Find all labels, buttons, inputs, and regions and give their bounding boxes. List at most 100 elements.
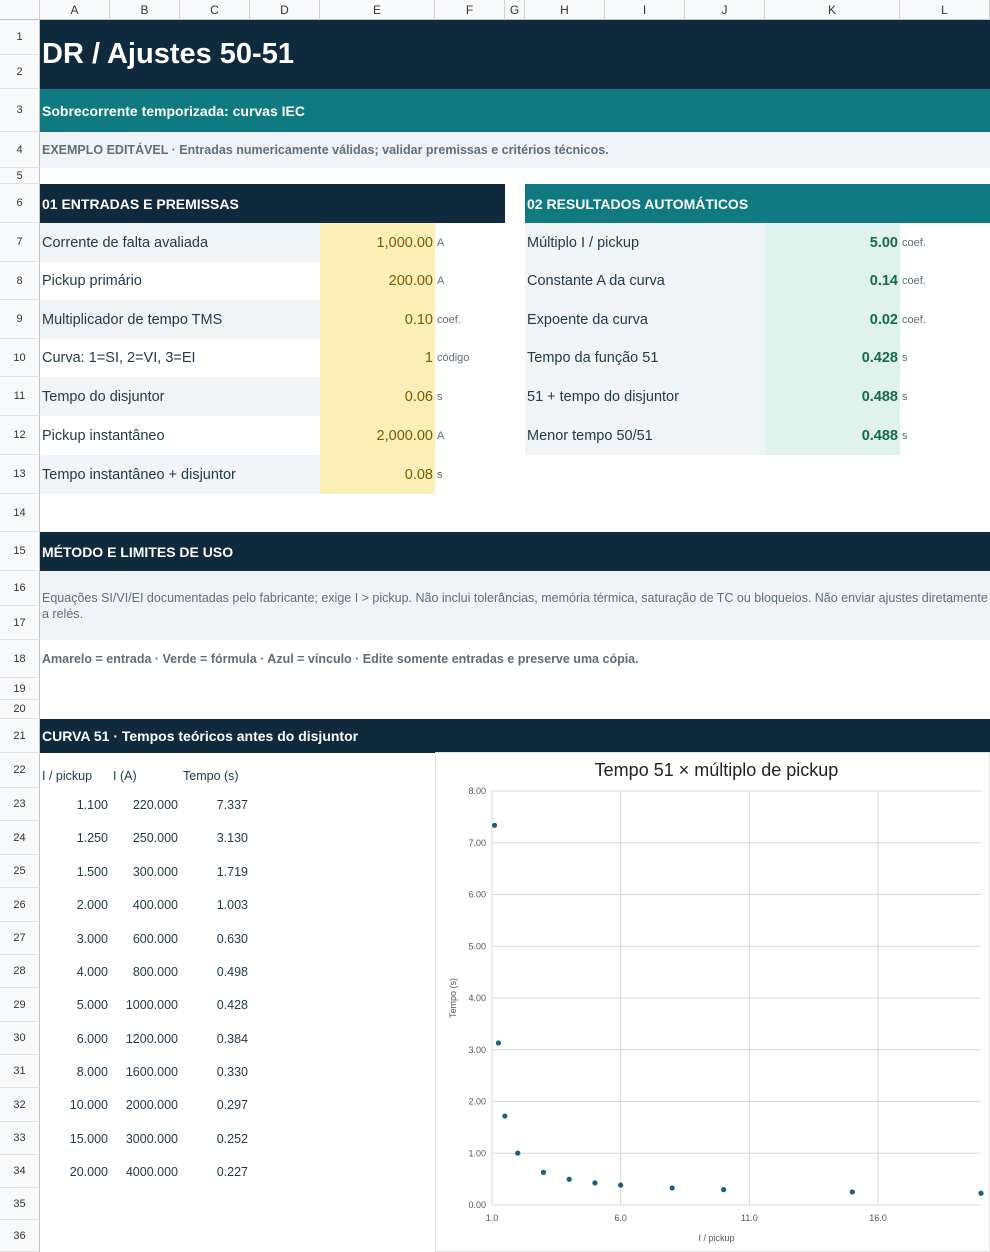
column-header-b[interactable]: B	[110, 0, 180, 20]
result-value-cell[interactable]: 0.02	[765, 300, 900, 339]
curve-cell-time[interactable]: 0.227	[180, 1155, 248, 1188]
column-header-h[interactable]: H	[525, 0, 605, 20]
row-header[interactable]: 35	[0, 1188, 40, 1220]
curve-cell-current[interactable]: 4000.000	[110, 1155, 178, 1188]
result-value-cell[interactable]: 0.14	[765, 262, 900, 300]
row-header[interactable]: 24	[0, 821, 40, 855]
curve-cell-multiple[interactable]: 3.000	[40, 922, 108, 955]
curve-cell-multiple[interactable]: 2.000	[40, 888, 108, 922]
curve-cell-multiple[interactable]: 1.250	[40, 821, 108, 855]
curve-cell-multiple[interactable]: 8.000	[40, 1055, 108, 1088]
curve-cell-time[interactable]: 0.297	[180, 1088, 248, 1122]
curve-cell-multiple[interactable]: 15.000	[40, 1122, 108, 1155]
curve-cell-multiple[interactable]: 10.000	[40, 1088, 108, 1122]
row-header[interactable]: 2	[0, 55, 40, 89]
input-value-cell[interactable]: 1,000.00	[320, 223, 435, 262]
result-value-cell[interactable]: 0.428	[765, 339, 900, 377]
curve-cell-time[interactable]: 0.384	[180, 1022, 248, 1055]
column-header-k[interactable]: K	[765, 0, 900, 20]
curve-cell-time[interactable]: 0.630	[180, 922, 248, 955]
input-value-cell[interactable]: 1	[320, 339, 435, 377]
row-header[interactable]: 33	[0, 1122, 40, 1155]
row-header[interactable]: 6	[0, 184, 40, 223]
row-header[interactable]: 28	[0, 955, 40, 988]
input-value-cell[interactable]: 200.00	[320, 262, 435, 300]
result-value-cell[interactable]: 5.00	[765, 223, 900, 262]
method-text-cell[interactable]: Equações SI/VI/EI documentadas pelo fabr…	[40, 571, 990, 640]
column-header-c[interactable]: C	[180, 0, 250, 20]
row-header[interactable]: 13	[0, 455, 40, 494]
input-value-cell[interactable]: 0.08	[320, 455, 435, 494]
row-header[interactable]: 23	[0, 788, 40, 821]
row-header[interactable]: 12	[0, 416, 40, 455]
row-header[interactable]: 31	[0, 1055, 40, 1088]
row-header[interactable]: 26	[0, 888, 40, 922]
curve-cell-time[interactable]: 7.337	[180, 788, 248, 821]
row-header[interactable]: 16	[0, 571, 40, 606]
curve-cell-multiple[interactable]: 20.000	[40, 1155, 108, 1188]
row-header[interactable]: 36	[0, 1220, 40, 1252]
column-header-a[interactable]: A	[40, 0, 110, 20]
curve-cell-multiple[interactable]: 4.000	[40, 955, 108, 988]
curve-cell-current[interactable]: 250.000	[110, 821, 178, 855]
row-header[interactable]: 19	[0, 678, 40, 700]
curve-cell-current[interactable]: 800.000	[110, 955, 178, 988]
row-header[interactable]: 25	[0, 855, 40, 888]
row-header[interactable]: 7	[0, 223, 40, 262]
curve-cell-current[interactable]: 1000.000	[110, 988, 178, 1022]
row-header[interactable]: 27	[0, 922, 40, 955]
column-header-f[interactable]: F	[435, 0, 505, 20]
row-header[interactable]: 22	[0, 753, 40, 788]
curve-cell-current[interactable]: 400.000	[110, 888, 178, 922]
curve-cell-time[interactable]: 0.252	[180, 1122, 248, 1155]
curve-cell-current[interactable]: 220.000	[110, 788, 178, 821]
row-header[interactable]: 29	[0, 988, 40, 1022]
row-header[interactable]: 34	[0, 1155, 40, 1188]
row-header[interactable]: 11	[0, 377, 40, 416]
curve-cell-time[interactable]: 1.719	[180, 855, 248, 888]
row-header[interactable]: 30	[0, 1022, 40, 1055]
curve-chart[interactable]: Tempo 51 × múltiplo de pickup 0.00 1.00 2.0…	[435, 752, 990, 1252]
result-value-cell[interactable]: 0.488	[765, 416, 900, 455]
row-header[interactable]: 15	[0, 532, 40, 571]
curve-cell-multiple[interactable]: 1.500	[40, 855, 108, 888]
row-header[interactable]: 3	[0, 89, 40, 132]
column-header-e[interactable]: E	[320, 0, 435, 20]
curve-cell-time[interactable]: 1.003	[180, 888, 248, 922]
curve-cell-current[interactable]: 3000.000	[110, 1122, 178, 1155]
curve-cell-current[interactable]: 1600.000	[110, 1055, 178, 1088]
row-header[interactable]: 5	[0, 168, 40, 184]
row-header[interactable]: 18	[0, 640, 40, 678]
row-header[interactable]: 20	[0, 700, 40, 719]
row-header[interactable]: 14	[0, 494, 40, 532]
row-header[interactable]: 17	[0, 606, 40, 640]
column-header-g[interactable]: G	[505, 0, 525, 20]
column-header-i[interactable]: I	[605, 0, 685, 20]
row-header[interactable]: 21	[0, 719, 40, 753]
row-header[interactable]: 9	[0, 300, 40, 339]
curve-cell-multiple[interactable]: 6.000	[40, 1022, 108, 1055]
input-value-cell[interactable]: 0.06	[320, 377, 435, 416]
curve-cell-multiple[interactable]: 5.000	[40, 988, 108, 1022]
column-header-d[interactable]: D	[250, 0, 320, 20]
curve-cell-multiple[interactable]: 1.100	[40, 788, 108, 821]
row-header[interactable]: 10	[0, 339, 40, 377]
corner-cell[interactable]	[0, 0, 40, 20]
row-header[interactable]: 4	[0, 132, 40, 168]
curve-cell-current[interactable]: 1200.000	[110, 1022, 178, 1055]
result-value-cell[interactable]: 0.488	[765, 377, 900, 416]
curve-cell-time[interactable]: 3.130	[180, 821, 248, 855]
input-value-cell[interactable]: 0.10	[320, 300, 435, 339]
curve-cell-time[interactable]: 0.428	[180, 988, 248, 1022]
color-legend-cell[interactable]: Amarelo = entrada · Verde = fórmula · Az…	[40, 640, 990, 678]
row-header[interactable]: 1	[0, 20, 40, 55]
input-value-cell[interactable]: 2,000.00	[320, 416, 435, 455]
row-header[interactable]: 32	[0, 1088, 40, 1122]
row-header[interactable]: 8	[0, 262, 40, 300]
column-header-l[interactable]: L	[900, 0, 990, 20]
curve-cell-current[interactable]: 600.000	[110, 922, 178, 955]
curve-cell-current[interactable]: 2000.000	[110, 1088, 178, 1122]
curve-cell-time[interactable]: 0.330	[180, 1055, 248, 1088]
column-header-j[interactable]: J	[685, 0, 765, 20]
curve-cell-current[interactable]: 300.000	[110, 855, 178, 888]
